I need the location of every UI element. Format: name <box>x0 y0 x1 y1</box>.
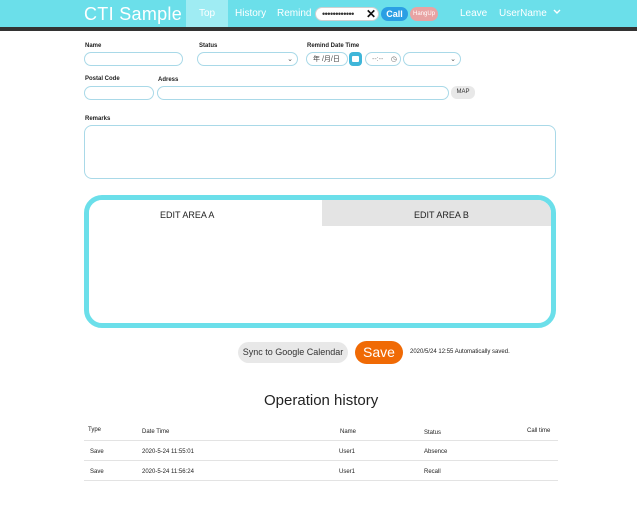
cell-status: Recall <box>424 469 441 475</box>
table-row[interactable]: Save 2020-5-24 11:56:24 User1 Recall <box>84 461 558 481</box>
name-input[interactable] <box>84 52 183 66</box>
cell-status: Absence <box>424 449 448 455</box>
remind-time-input[interactable]: --:-- ◷ <box>365 52 401 66</box>
remind-option-select[interactable]: ⌄ <box>403 52 461 66</box>
user-menu[interactable]: UserName <box>499 0 561 27</box>
column-header: Name <box>340 429 357 435</box>
status-label: Status <box>199 43 218 49</box>
table-row[interactable]: Save 2020-5-24 11:55:01 User1 Absence <box>84 441 558 461</box>
column-header: Call time <box>527 428 551 434</box>
cell-datetime: 2020-5-24 11:55:01 <box>142 449 194 455</box>
edit-area-panel: EDIT AREA B EDIT AREA A <box>84 195 556 328</box>
leave-button[interactable]: Leave <box>460 0 487 27</box>
chevron-down-icon: ⌄ <box>450 56 456 63</box>
postal-label: Postal Code <box>85 76 120 82</box>
cell-datetime: 2020-5-24 11:56:24 <box>142 469 194 475</box>
address-input[interactable] <box>157 86 449 100</box>
remind-label: Remind Date Time <box>307 43 360 49</box>
nav-history[interactable]: History <box>235 0 266 27</box>
nav-remind[interactable]: Remind <box>277 0 311 27</box>
remind-date-input[interactable]: 年 /月/日 <box>306 52 348 66</box>
sync-google-calendar-button[interactable]: Sync to Google Calendar <box>238 342 348 363</box>
tab-a-label: EDIT AREA A <box>160 210 215 220</box>
clear-icon[interactable]: ✕ <box>366 6 376 22</box>
address-label: Adress <box>158 77 179 83</box>
phone-number-input[interactable]: •••••••••••• ✕ <box>315 7 379 21</box>
cell-name: User1 <box>339 469 356 475</box>
save-button[interactable]: Save <box>355 341 403 364</box>
hangup-button[interactable]: HangUp <box>410 7 438 21</box>
call-button[interactable]: Call <box>381 7 408 21</box>
postal-code-input[interactable] <box>84 86 154 100</box>
chevron-down-icon: ⌄ <box>287 56 293 63</box>
user-name: UserName <box>499 8 547 19</box>
navbar-divider <box>0 27 637 31</box>
cell-type: Save <box>90 469 104 475</box>
time-placeholder: --:-- <box>372 56 384 63</box>
column-header: Status <box>424 430 442 436</box>
nav-top[interactable]: Top <box>186 0 228 27</box>
name-label: Name <box>85 43 102 49</box>
clock-icon: ◷ <box>390 56 397 63</box>
history-table: Type Date Time Name Status Call time Sav… <box>84 421 558 481</box>
tab-edit-area-a[interactable]: EDIT AREA A <box>89 200 322 228</box>
table-header-row: Type Date Time Name Status Call time <box>84 421 558 441</box>
tab-b-label: EDIT AREA B <box>414 210 469 220</box>
app-title[interactable]: CTI Sample <box>84 4 182 25</box>
tab-edit-area-b[interactable]: EDIT AREA B <box>322 200 551 226</box>
calendar-icon[interactable] <box>349 52 362 66</box>
date-placeholder: 年 /月/日 <box>313 56 340 63</box>
cell-name: User1 <box>339 449 356 455</box>
status-select[interactable]: ⌄ <box>197 52 298 66</box>
column-header: Date Time <box>142 429 170 435</box>
remarks-textarea[interactable] <box>84 125 556 179</box>
autosave-status: 2020/5/24 12:55 Automatically saved. <box>410 349 510 355</box>
chevron-down-icon <box>553 9 561 14</box>
history-title: Operation history <box>264 392 379 409</box>
phone-masked-value: •••••••••••• <box>322 9 354 19</box>
column-header: Type <box>88 427 102 433</box>
remarks-label: Remarks <box>85 116 111 122</box>
cell-type: Save <box>90 449 104 455</box>
map-button[interactable]: MAP <box>451 86 475 99</box>
